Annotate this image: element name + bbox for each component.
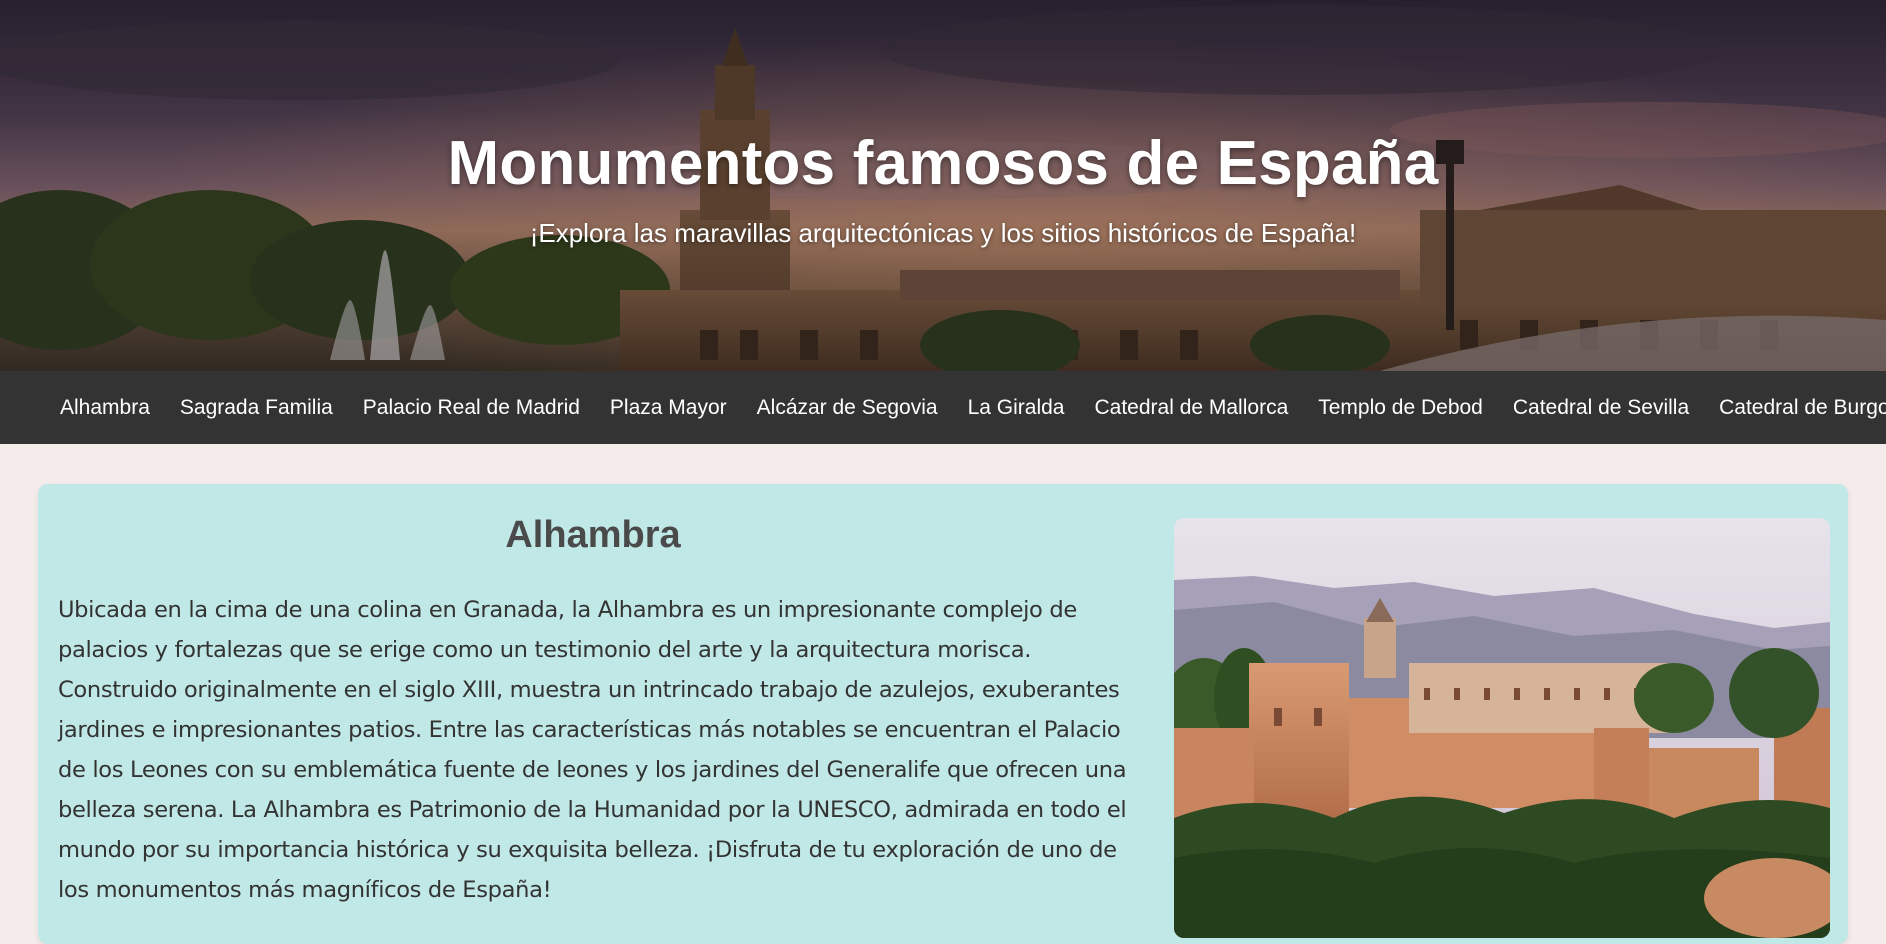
nav-link-plaza-mayor[interactable]: Plaza Mayor bbox=[610, 396, 727, 420]
nav-link-la-giralda[interactable]: La Giralda bbox=[968, 396, 1065, 420]
nav-link-palacio-real[interactable]: Palacio Real de Madrid bbox=[363, 396, 580, 420]
monument-description: Ubicada en la cima de una colina en Gran… bbox=[58, 597, 1127, 903]
hero-banner: Monumentos famosos de España ¡Explora la… bbox=[0, 0, 1886, 371]
monument-card: Alhambra Ubicada en la cima de una colin… bbox=[38, 484, 1848, 944]
nav-link-alhambra[interactable]: Alhambra bbox=[60, 396, 150, 420]
nav-link-catedral-burgos[interactable]: Catedral de Burgos bbox=[1719, 396, 1886, 420]
alhambra-photo bbox=[1174, 518, 1830, 938]
monument-title: Alhambra bbox=[505, 514, 681, 556]
page-title: Monumentos famosos de España bbox=[447, 129, 1439, 198]
nav-link-templo-debod[interactable]: Templo de Debod bbox=[1318, 396, 1483, 420]
monument-image bbox=[1174, 518, 1830, 938]
nav-link-alcazar-segovia[interactable]: Alcázar de Segovia bbox=[757, 396, 938, 420]
nav-link-catedral-mallorca[interactable]: Catedral de Mallorca bbox=[1094, 396, 1288, 420]
main-navigation: Alhambra Sagrada Familia Palacio Real de… bbox=[0, 371, 1886, 444]
nav-link-sagrada-familia[interactable]: Sagrada Familia bbox=[180, 396, 333, 420]
nav-link-catedral-sevilla[interactable]: Catedral de Sevilla bbox=[1513, 396, 1689, 420]
page-subtitle: ¡Explora las maravillas arquitectónicas … bbox=[529, 218, 1357, 248]
